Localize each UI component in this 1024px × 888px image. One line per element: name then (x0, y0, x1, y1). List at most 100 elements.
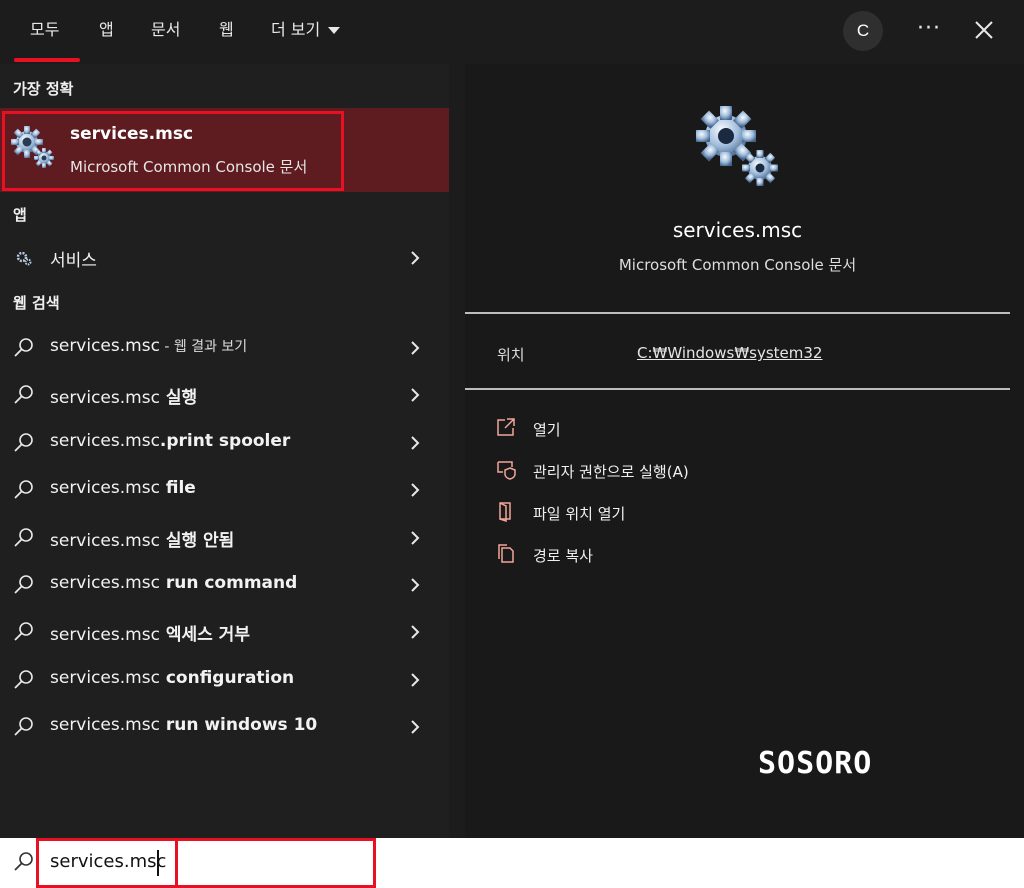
more-options-button[interactable]: ··· (912, 16, 946, 46)
web-search-heading: 웹 검색 (13, 294, 60, 312)
chevron-right-icon[interactable] (407, 575, 423, 595)
chevron-right-icon[interactable] (407, 622, 423, 642)
web-result-label: services.msc 실행 안됨 (50, 526, 234, 551)
web-result-row[interactable]: services.msc file (0, 466, 449, 512)
best-match-title: services.msc (70, 124, 194, 144)
open-icon (497, 418, 515, 436)
search-bar (0, 838, 1024, 888)
web-result-query: services.msc (50, 715, 160, 735)
action-copy-path-label: 경로 복사 (533, 547, 593, 565)
detail-subtitle: Microsoft Common Console 문서 (618, 256, 857, 274)
web-result-suggestion: - 웹 결과 보기 (159, 339, 248, 355)
web-result-suggestion: 엑세스 거부 (159, 625, 250, 645)
divider (465, 312, 1010, 314)
web-result-row[interactable]: services.msc run windows 10 (0, 703, 449, 749)
apps-heading: 앱 (13, 206, 27, 224)
web-result-suggestion: configuration (159, 668, 295, 688)
detail-title: services.msc (672, 218, 803, 242)
web-result-suggestion: 실행 안됨 (159, 531, 235, 551)
web-result-row[interactable]: services.msc 실행 (0, 371, 449, 417)
search-icon (14, 528, 33, 547)
folder-open-icon (499, 502, 511, 522)
web-result-label: services.msc configuration (50, 668, 294, 688)
copy-icon (498, 544, 514, 563)
web-result-suggestion: run windows 10 (159, 715, 318, 735)
chevron-right-icon[interactable] (407, 338, 423, 358)
action-open-label: 열기 (533, 421, 561, 439)
detail-panel: services.msc Microsoft Common Console 문서… (465, 64, 1024, 838)
web-result-suggestion: file (159, 478, 196, 498)
close-icon (975, 21, 993, 39)
chevron-right-icon[interactable] (407, 433, 423, 453)
best-match-item[interactable]: services.msc Microsoft Common Console 문서 (0, 108, 449, 192)
active-tab-indicator (14, 58, 80, 62)
best-match-subtitle: Microsoft Common Console 문서 (70, 158, 308, 176)
divider (465, 388, 1010, 390)
account-avatar[interactable]: C (843, 11, 883, 51)
chevron-right-icon[interactable] (407, 670, 423, 690)
web-result-query: services.msc (50, 573, 160, 593)
results-panel: 가장 정확 services.msc Microsoft Common Cons… (0, 64, 449, 838)
search-icon (14, 385, 33, 404)
tab-documents[interactable]: 문서 (151, 18, 180, 42)
search-icon (14, 338, 33, 357)
web-result-row[interactable]: services.msc configuration (0, 656, 449, 702)
tab-more[interactable]: 더 보기 (271, 18, 341, 42)
web-result-row[interactable]: services.msc 엑세스 거부 (0, 608, 449, 654)
tab-apps[interactable]: 앱 (99, 18, 114, 42)
action-open-file-location-label: 파일 위치 열기 (533, 505, 626, 523)
search-icon (14, 433, 33, 452)
web-result-row[interactable]: services.msc 실행 안됨 (0, 514, 449, 560)
web-result-suggestion: .print spooler (159, 431, 291, 451)
web-result-row[interactable]: services.msc - 웹 결과 보기 (0, 324, 449, 370)
search-icon (14, 480, 33, 499)
web-result-label: services.msc 실행 (50, 383, 197, 408)
search-icon (14, 852, 33, 871)
web-result-label: services.msc run windows 10 (50, 715, 317, 735)
best-match-heading: 가장 정확 (13, 80, 74, 98)
admin-shield-icon (497, 461, 516, 480)
web-result-row[interactable]: services.msc run command (0, 561, 449, 607)
web-result-suggestion: 실행 (159, 388, 198, 408)
large-gears-icon (696, 106, 778, 186)
tab-all[interactable]: 모두 (30, 18, 59, 42)
app-result-label: 서비스 (50, 251, 97, 271)
web-result-query: services.msc (50, 431, 160, 451)
web-result-label: services.msc - 웹 결과 보기 (50, 336, 247, 356)
chevron-right-icon[interactable] (407, 248, 423, 268)
search-icon (14, 717, 33, 736)
action-run-as-admin-label: 관리자 권한으로 실행(A) (533, 463, 689, 481)
web-result-query: services.msc (50, 336, 160, 356)
web-result-label: services.msc.print spooler (50, 431, 290, 451)
top-tab-bar: 모두 앱 문서 웹 더 보기 C ··· (0, 0, 1024, 64)
watermark-text: SOSORO (758, 746, 873, 781)
web-result-label: services.msc file (50, 478, 196, 498)
web-result-suggestion: run command (159, 573, 298, 593)
search-icon (14, 575, 33, 594)
caret-down-icon (328, 27, 341, 34)
gears-icon (11, 126, 54, 168)
web-result-label: services.msc run command (50, 573, 297, 593)
search-icon (14, 670, 33, 689)
tab-more-label: 더 보기 (271, 20, 321, 39)
web-result-label: services.msc 엑세스 거부 (50, 620, 250, 645)
search-input[interactable] (50, 851, 350, 872)
web-result-query: services.msc (50, 531, 160, 551)
location-link[interactable]: C:₩Windows₩system32 (637, 344, 822, 362)
app-result-services[interactable]: 서비스 (0, 234, 449, 280)
tab-web[interactable]: 웹 (219, 18, 234, 42)
web-result-query: services.msc (50, 625, 160, 645)
chevron-right-icon[interactable] (407, 528, 423, 548)
web-result-row[interactable]: services.msc.print spooler (0, 419, 449, 465)
chevron-right-icon[interactable] (407, 385, 423, 405)
close-button[interactable] (968, 14, 1000, 46)
web-result-query: services.msc (50, 388, 160, 408)
chevron-right-icon[interactable] (407, 480, 423, 500)
web-result-query: services.msc (50, 668, 160, 688)
text-cursor (157, 850, 159, 876)
web-result-query: services.msc (50, 478, 160, 498)
search-icon (14, 622, 33, 641)
location-label: 위치 (497, 346, 525, 364)
services-icon (16, 251, 32, 266)
chevron-right-icon[interactable] (407, 717, 423, 737)
